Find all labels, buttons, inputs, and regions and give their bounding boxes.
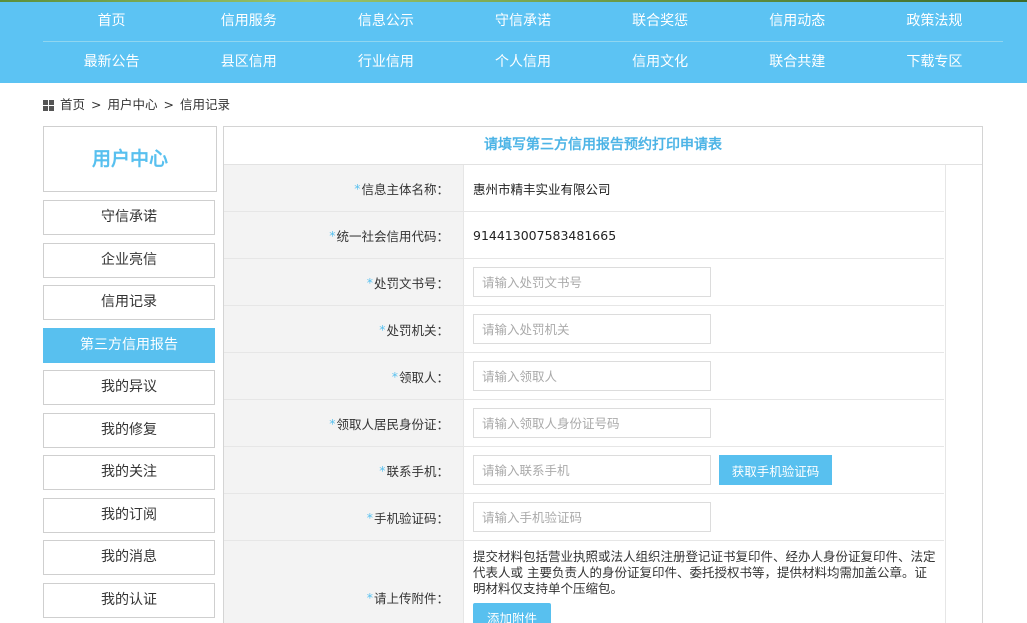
sidebar-item-credit-records[interactable]: 信用记录 xyxy=(43,285,215,320)
nav-item-industry-credit[interactable]: 行业信用 xyxy=(317,42,454,82)
add-attachment-button[interactable]: 添加附件 xyxy=(473,603,551,623)
attach-label: 请上传附件： xyxy=(373,590,449,606)
penalty-org-label: 处罚机关： xyxy=(386,322,449,338)
form-row-attachment: * 请上传附件： 提交材料包括营业执照或法人组织注册登记证书复印件、经办人身份证复… xyxy=(224,541,944,623)
form-row-penalty-no: * 处罚文书号： xyxy=(224,259,944,306)
form-label: * 处罚文书号： xyxy=(224,259,464,305)
code-label: 手机验证码： xyxy=(373,510,449,526)
sidebar-item-credit-promise[interactable]: 守信承诺 xyxy=(43,200,215,235)
breadcrumb-separator: > xyxy=(91,97,102,112)
phone-label: 联系手机： xyxy=(386,463,449,479)
sidebar-title: 用户中心 xyxy=(43,126,217,192)
form-label: * 联系手机： xyxy=(224,447,464,493)
sidebar-item-my-repairs[interactable]: 我的修复 xyxy=(43,413,215,448)
form-row-credit-code: * 统一社会信用代码： 914413007583481665 xyxy=(224,212,944,259)
entity-name-value: 惠州市精丰实业有限公司 xyxy=(464,165,944,211)
receiver-id-label: 领取人居民身份证： xyxy=(336,416,449,432)
form-row-penalty-org: * 处罚机关： xyxy=(224,306,944,353)
required-star: * xyxy=(354,180,361,196)
receiver-label: 领取人： xyxy=(398,369,449,385)
sidebar-item-my-follows[interactable]: 我的关注 xyxy=(43,455,215,490)
form-value: 获取手机验证码 xyxy=(464,447,944,493)
entity-name-label: 信息主体名称： xyxy=(361,181,449,197)
form-row-receiver-id: * 领取人居民身份证： xyxy=(224,400,944,447)
penalty-no-input[interactable] xyxy=(473,267,711,297)
nav-item-info-disclosure[interactable]: 信息公示 xyxy=(317,1,454,41)
breadcrumb-separator: > xyxy=(163,97,174,112)
sidebar: 用户中心 守信承诺 企业亮信 信用记录 第三方信用报告 我的异议 我的修复 我的… xyxy=(43,126,217,618)
nav-row-secondary: 最新公告 县区信用 行业信用 个人信用 信用文化 联合共建 下载专区 xyxy=(43,42,1003,82)
sidebar-item-third-party-report[interactable]: 第三方信用报告 xyxy=(43,328,215,363)
required-star: * xyxy=(366,274,373,290)
required-star: * xyxy=(379,321,386,337)
form-row-receiver: * 领取人： xyxy=(224,353,944,400)
panel-right-gutter xyxy=(945,165,982,623)
application-form-panel: 请填写第三方信用报告预约打印申请表 * 信息主体名称： 惠州市精丰实业有限公司 *… xyxy=(223,126,983,623)
form-value xyxy=(464,494,944,540)
sidebar-item-enterprise-credit[interactable]: 企业亮信 xyxy=(43,243,215,278)
receiver-input[interactable] xyxy=(473,361,711,391)
nav-row-primary: 首页 信用服务 信息公示 守信承诺 联合奖惩 信用动态 政策法规 xyxy=(43,1,1003,42)
attachment-note: 提交材料包括营业执照或法人组织注册登记证书复印件、经办人身份证复印件、法定代表人… xyxy=(473,549,936,596)
required-star: * xyxy=(329,415,336,431)
form-title: 请填写第三方信用报告预约打印申请表 xyxy=(224,127,982,165)
penalty-no-label: 处罚文书号： xyxy=(373,275,449,291)
nav-item-credit-service[interactable]: 信用服务 xyxy=(180,1,317,41)
required-star: * xyxy=(391,368,398,384)
required-star: * xyxy=(366,509,373,525)
attachment-area: 提交材料包括营业执照或法人组织注册登记证书复印件、经办人身份证复印件、法定代表人… xyxy=(464,541,944,623)
form-row-code: * 手机验证码： xyxy=(224,494,944,541)
form-row-phone: *联系手机： 获取手机验证码 xyxy=(224,447,944,494)
nav-item-credit-culture[interactable]: 信用文化 xyxy=(592,42,729,82)
required-star: * xyxy=(379,462,386,478)
form-row-entity: * 信息主体名称： 惠州市精丰实业有限公司 xyxy=(224,165,944,212)
form-label: * 领取人居民身份证： xyxy=(224,400,464,446)
nav-item-joint-building[interactable]: 联合共建 xyxy=(729,42,866,82)
form-value xyxy=(464,259,944,305)
phone-input[interactable] xyxy=(473,455,711,485)
sidebar-item-my-certification[interactable]: 我的认证 xyxy=(43,583,215,618)
form-value xyxy=(464,400,944,446)
nav-item-policy[interactable]: 政策法规 xyxy=(866,1,1003,41)
code-input[interactable] xyxy=(473,502,711,532)
breadcrumb-current: 信用记录 xyxy=(180,97,231,112)
nav-item-credit-promise[interactable]: 守信承诺 xyxy=(454,1,591,41)
get-code-button[interactable]: 获取手机验证码 xyxy=(719,455,832,485)
sidebar-item-my-objections[interactable]: 我的异议 xyxy=(43,370,215,405)
form-label: * 信息主体名称： xyxy=(224,165,464,211)
form-label: * 请上传附件： xyxy=(224,541,464,623)
breadcrumb: 首页 > 用户中心 > 信用记录 xyxy=(43,96,230,114)
credit-code-value: 914413007583481665 xyxy=(464,212,944,258)
credit-code-label: 统一社会信用代码： xyxy=(336,228,449,244)
breadcrumb-grid-icon xyxy=(43,99,54,111)
form-label: * 统一社会信用代码： xyxy=(224,212,464,258)
penalty-org-input[interactable] xyxy=(473,314,711,344)
form-label: * 处罚机关： xyxy=(224,306,464,352)
nav-item-personal-credit[interactable]: 个人信用 xyxy=(454,42,591,82)
required-star: * xyxy=(329,227,336,243)
sidebar-item-my-messages[interactable]: 我的消息 xyxy=(43,540,215,575)
form-label: * 手机验证码： xyxy=(224,494,464,540)
required-star: * xyxy=(366,589,373,605)
form-value xyxy=(464,306,944,352)
nav-item-county-credit[interactable]: 县区信用 xyxy=(180,42,317,82)
nav-item-credit-news[interactable]: 信用动态 xyxy=(729,1,866,41)
nav-item-joint-rewards[interactable]: 联合奖惩 xyxy=(592,1,729,41)
nav-item-announcements[interactable]: 最新公告 xyxy=(43,42,180,82)
nav-item-home[interactable]: 首页 xyxy=(43,1,180,41)
sidebar-item-my-subscriptions[interactable]: 我的订阅 xyxy=(43,498,215,533)
breadcrumb-user-center[interactable]: 用户中心 xyxy=(108,96,158,114)
top-navigation: 首页 信用服务 信息公示 守信承诺 联合奖惩 信用动态 政策法规 最新公告 县区… xyxy=(0,0,1027,83)
form-label: * 领取人： xyxy=(224,353,464,399)
nav-item-downloads[interactable]: 下载专区 xyxy=(866,42,1003,82)
breadcrumb-home[interactable]: 首页 xyxy=(60,96,85,114)
receiver-id-input[interactable] xyxy=(473,408,711,438)
form-value xyxy=(464,353,944,399)
